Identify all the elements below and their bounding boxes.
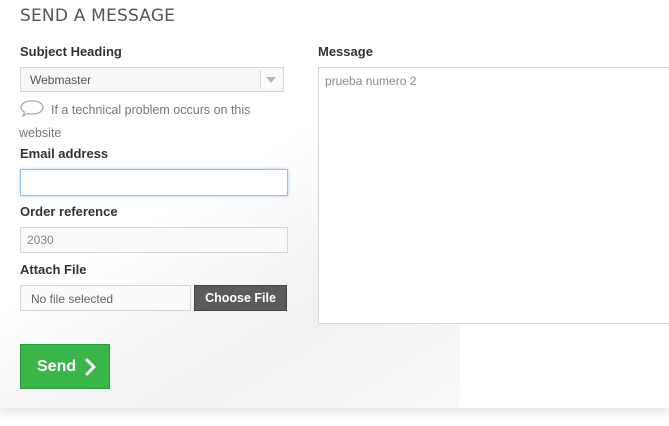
email-address-label: Email address	[20, 146, 109, 161]
subject-heading-label: Subject Heading	[20, 44, 122, 59]
hint-text: If a technical problem occurs on this we…	[19, 103, 251, 140]
order-reference-label: Order reference	[20, 204, 118, 219]
message-textarea[interactable]: prueba numero 2	[318, 67, 669, 324]
send-button-label: Send	[37, 358, 77, 375]
dropdown-arrow-icon[interactable]	[260, 70, 281, 89]
choose-file-button[interactable]: Choose File	[194, 285, 287, 311]
email-field[interactable]	[20, 169, 288, 196]
message-label: Message	[318, 44, 373, 59]
chevron-right-icon	[85, 358, 97, 376]
order-reference-field[interactable]: 2030	[20, 227, 288, 253]
subject-hint: If a technical problem occurs on this we…	[19, 99, 279, 145]
subject-heading-value: Webmaster	[30, 73, 92, 87]
send-button[interactable]: Send	[20, 344, 110, 389]
file-status-display: No file selected	[20, 285, 191, 311]
attach-file-label: Attach File	[20, 262, 87, 277]
speech-bubble-icon	[19, 99, 45, 119]
page-title: SEND A MESSAGE	[20, 6, 176, 26]
subject-heading-select[interactable]: Webmaster	[20, 67, 284, 92]
contact-form-panel: SEND A MESSAGE Subject Heading Webmaster…	[0, 0, 669, 408]
